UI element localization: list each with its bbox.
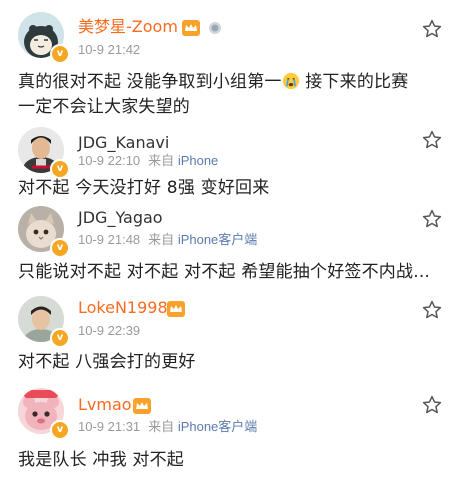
username[interactable]: JDG_Yagao <box>78 208 163 228</box>
user-badges <box>133 395 151 415</box>
comment-meta: 10-9 21:31 来自 iPhone客户端 <box>78 419 257 435</box>
username[interactable]: 美梦星-Zoom <box>78 17 178 37</box>
like-star-icon[interactable] <box>421 129 443 151</box>
comment-text-part2: 接下来的比赛 <box>299 72 409 92</box>
comment-feed: v 美梦星-Zoom 10-9 21:42 真的很对不起 没能争取到小组第一 接… <box>0 0 470 478</box>
comment-item: v JDG_Kanavi 10-9 22:10 来自 iPhone 对不起 今天没… <box>0 125 470 200</box>
username[interactable]: JDG_Kanavi <box>78 133 169 153</box>
verified-badge: v <box>50 328 70 348</box>
comment-meta: 10-9 21:48 来自 iPhone客户端 <box>78 232 257 248</box>
star-outline-icon <box>422 209 442 228</box>
timestamp: 10-9 22:39 <box>78 323 141 338</box>
comment-item: v 美梦星-Zoom 10-9 21:42 真的很对不起 没能争取到小组第一 接… <box>0 0 470 125</box>
star-outline-icon <box>422 300 442 319</box>
comment-item: v Lvmao 10-9 21:31 来自 iPhone客户端 我是队长 冲我 对… <box>0 382 470 478</box>
user-badges <box>167 298 185 318</box>
vip-crown-icon <box>133 397 151 414</box>
comment-text: 对不起 八强会打的更好 <box>18 352 196 372</box>
crying-face-icon <box>282 72 299 90</box>
star-outline-icon <box>422 395 442 414</box>
comment-meta: 10-9 21:42 <box>78 42 140 58</box>
like-star-icon[interactable] <box>421 18 443 40</box>
vip-crown-icon <box>167 300 185 317</box>
username[interactable]: Lvmao <box>78 395 132 415</box>
comment-text: 对不起 今天没打好 8强 变好回来 <box>18 178 270 198</box>
verified-badge: v <box>50 238 70 258</box>
comment-text-part1: 真的很对不起 没能争取到小组第一 <box>18 72 282 92</box>
comment-text: 我是队长 冲我 对不起 <box>18 450 185 470</box>
vip-crown-icon <box>182 19 200 36</box>
like-star-icon[interactable] <box>421 394 443 416</box>
timestamp: 10-9 21:31 <box>78 419 141 434</box>
source-device-link[interactable]: iPhone客户端 <box>178 419 257 434</box>
like-star-icon[interactable] <box>421 299 443 321</box>
medal-icon <box>209 21 222 34</box>
user-badges <box>182 17 222 37</box>
star-outline-icon <box>422 130 442 149</box>
like-star-icon[interactable] <box>421 208 443 230</box>
timestamp: 10-9 21:42 <box>78 42 141 57</box>
comment-item: v LokeN1998 10-9 22:39 对不起 八强会打的更好 <box>0 292 470 382</box>
comment-meta: 10-9 22:10 来自 iPhone <box>78 153 218 169</box>
comment-text: 只能说对不起 对不起 对不起 希望能抽个好签不内战... <box>18 262 431 282</box>
source-prefix: 来自 <box>148 419 175 434</box>
timestamp: 10-9 21:48 <box>78 232 141 247</box>
comment-meta: 10-9 22:39 <box>78 323 140 339</box>
verified-badge: v <box>50 44 70 64</box>
source-prefix: 来自 <box>148 232 175 247</box>
source-device-link[interactable]: iPhone <box>178 153 218 168</box>
comment-text-line2: 一定不会让大家失望的 <box>18 97 190 117</box>
comment-item: v JDG_Yagao 10-9 21:48 来自 iPhone客户端 只能说对不… <box>0 200 470 292</box>
verified-badge: v <box>50 420 70 440</box>
username[interactable]: LokeN1998 <box>78 298 168 318</box>
comment-text: 真的很对不起 没能争取到小组第一 接下来的比赛 一定不会让大家失望的 <box>18 70 458 120</box>
source-prefix: 来自 <box>148 153 175 168</box>
source-device-link[interactable]: iPhone客户端 <box>178 232 257 247</box>
star-outline-icon <box>422 19 442 38</box>
timestamp: 10-9 22:10 <box>78 153 141 168</box>
